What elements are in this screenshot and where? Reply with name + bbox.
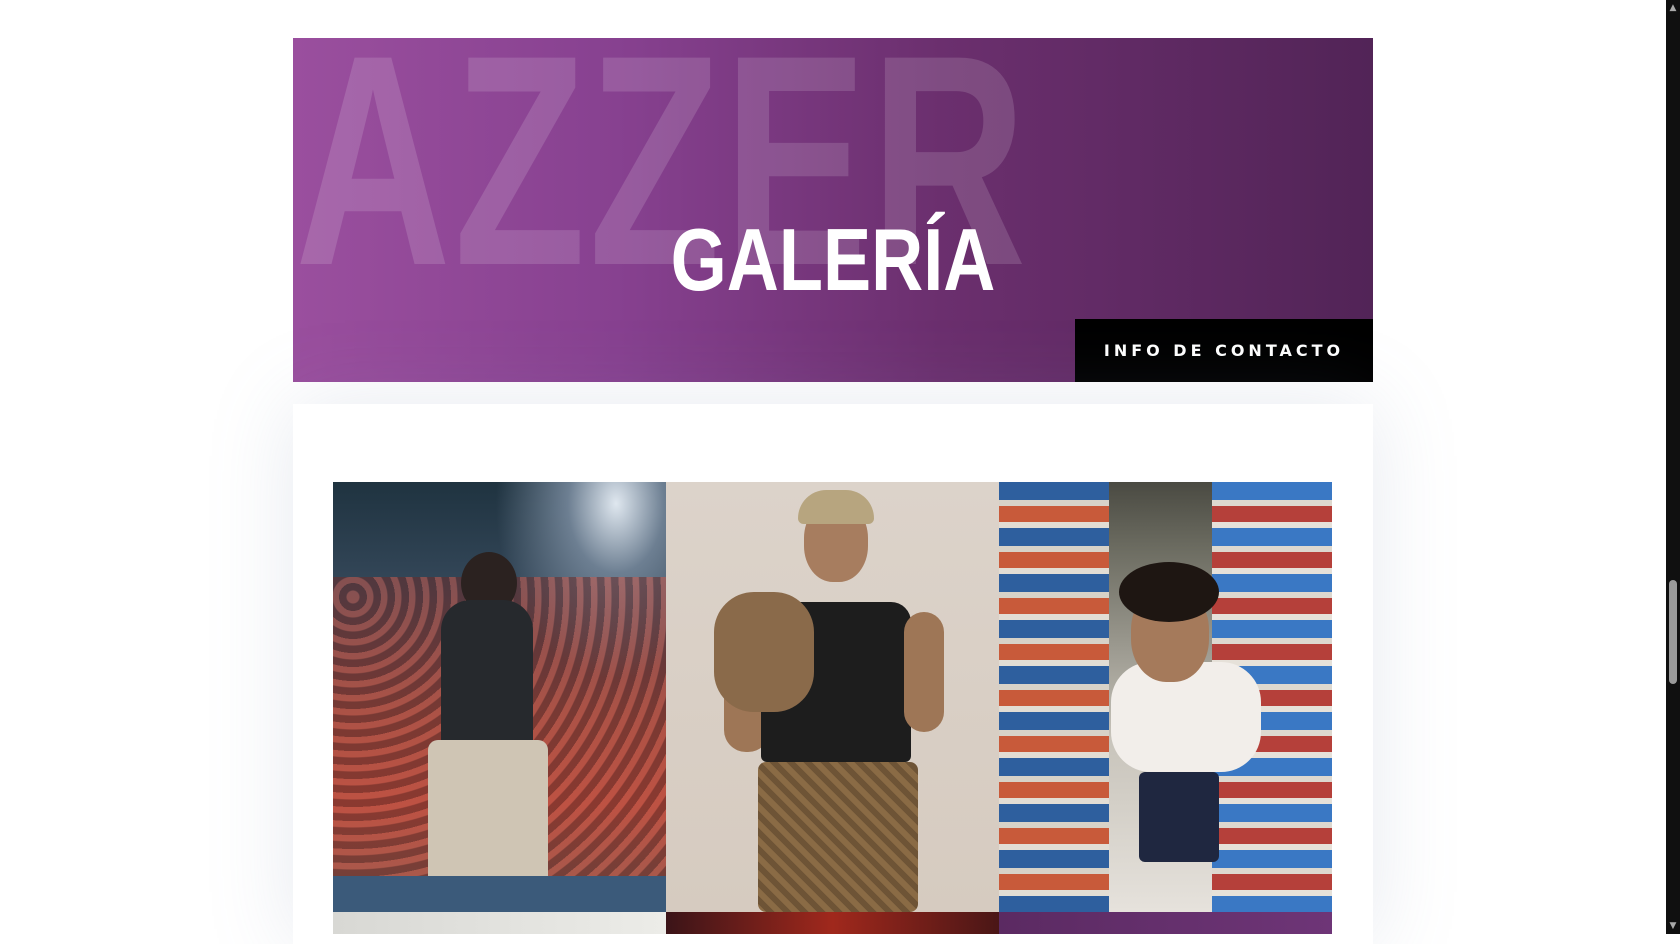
scroll-down-icon[interactable]: ▼ (1666, 918, 1680, 934)
gallery-image-performer[interactable] (333, 482, 666, 912)
scroll-thumb[interactable] (1669, 580, 1677, 684)
page-title: GALERÍA (670, 210, 996, 309)
gallery-image-4[interactable] (333, 912, 666, 934)
scroll-up-icon[interactable]: ▲ (1666, 0, 1680, 16)
gallery-image-dog[interactable] (666, 482, 999, 912)
contact-info-button[interactable]: INFO DE CONTACTO (1075, 319, 1373, 382)
gallery-image-supermarket[interactable] (999, 482, 1332, 912)
gallery-image-5[interactable] (666, 912, 999, 934)
gallery-image-6[interactable] (999, 912, 1332, 934)
page-scrollbar[interactable]: ▲ ▼ (1666, 0, 1680, 934)
gallery-banner: AZZER GALERÍA INFO DE CONTACTO (293, 38, 1373, 382)
